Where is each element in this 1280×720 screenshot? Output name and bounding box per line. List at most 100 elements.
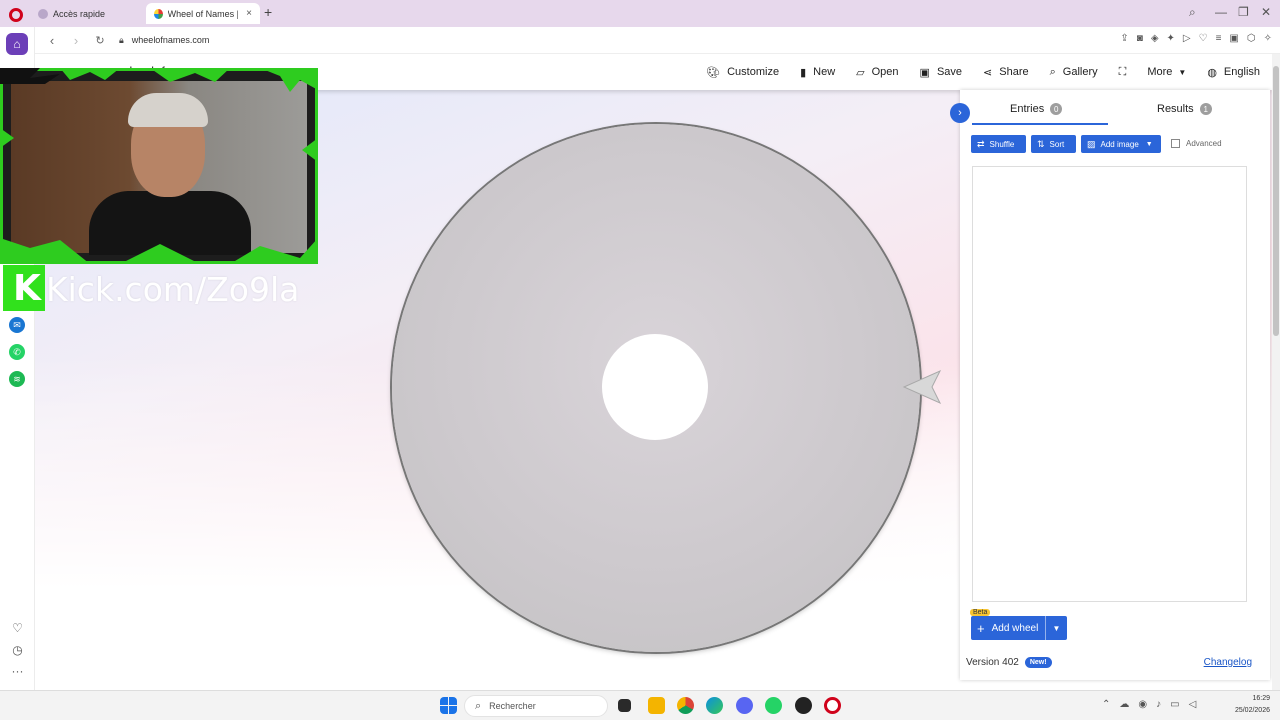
menu-label: New xyxy=(813,66,836,78)
ai-icon[interactable]: ✧ xyxy=(1264,33,1272,44)
maximize-icon[interactable]: ❐ xyxy=(1238,5,1249,19)
address-bar: ‹ › ↻ 🔒︎ wheelofnames.com ⇪ ◙ ◈ ✦ ▷ ♡ ≡ … xyxy=(35,27,1280,54)
add-image-button[interactable]: ▨ Add image ▼ xyxy=(1081,135,1161,153)
messenger-icon[interactable]: ✉ xyxy=(9,317,25,333)
share-page-icon[interactable]: ⇪ xyxy=(1120,33,1128,44)
discord-icon[interactable] xyxy=(736,697,753,714)
clock[interactable]: 16:29 25/02/2026 xyxy=(1235,693,1270,717)
caret-down-icon: ▼ xyxy=(1178,67,1187,77)
sort-icon: ⇅ xyxy=(1037,138,1045,149)
fullscreen-button[interactable]: ⛶ xyxy=(1119,66,1127,79)
display-icon[interactable]: ▭ xyxy=(1170,699,1179,710)
heart-icon[interactable]: ♡ xyxy=(1199,33,1208,44)
shuffle-button[interactable]: ⇄ Shuffle xyxy=(971,135,1026,153)
home-icon[interactable]: ⌂ xyxy=(6,33,28,55)
button-label: Add image xyxy=(1100,139,1139,149)
gallery-button[interactable]: ⌕ Gallery xyxy=(1050,66,1098,79)
lock-icon[interactable]: 🔒︎ xyxy=(119,35,124,46)
version-info: Version 402 New! xyxy=(966,657,1052,668)
scrollbar-thumb[interactable] xyxy=(1273,66,1279,336)
entries-textarea[interactable] xyxy=(972,166,1247,602)
save-button[interactable]: ▣ Save xyxy=(920,66,962,79)
image-icon: ▨ xyxy=(1087,138,1096,149)
cube-icon[interactable]: ⬡ xyxy=(1247,33,1256,44)
more-button[interactable]: More ▼ xyxy=(1147,66,1186,78)
sort-button[interactable]: ⇅ Sort xyxy=(1031,135,1076,153)
button-label: Shuffle xyxy=(989,139,1015,149)
chevron-up-icon[interactable]: ⌃ xyxy=(1102,699,1110,710)
task-view-icon[interactable] xyxy=(618,699,631,712)
tab-entries[interactable]: Entries 0 xyxy=(1010,103,1063,115)
tab-wheel-of-names[interactable]: Wheel of Names | Randon × xyxy=(146,3,260,24)
close-window-icon[interactable]: ✕ xyxy=(1261,5,1271,19)
beta-badge: Beta xyxy=(970,609,991,616)
add-wheel-button[interactable]: + Add wheel ▼ xyxy=(971,616,1067,640)
windows-start-icon[interactable] xyxy=(440,697,457,714)
spinning-wheel[interactable] xyxy=(392,124,920,652)
cloud-icon[interactable]: ☁ xyxy=(1119,699,1129,710)
green-frame-decoration xyxy=(0,68,318,264)
share-icon: ⋖ xyxy=(983,66,993,79)
language-button[interactable]: ◍ English xyxy=(1207,66,1260,79)
favorites-icon[interactable]: ♡ xyxy=(0,621,35,635)
customize-button[interactable]: 🎨︎ Customize xyxy=(706,66,779,79)
tab-results[interactable]: Results 1 xyxy=(1157,103,1212,115)
camera-icon[interactable]: ◙ xyxy=(1137,33,1143,44)
tab-label: Entries xyxy=(1010,103,1045,115)
new-button[interactable]: ▮ New xyxy=(800,66,835,79)
back-icon[interactable]: ‹ xyxy=(45,33,59,48)
play-icon[interactable]: ▷ xyxy=(1183,33,1191,44)
wallet-icon[interactable]: ▣ xyxy=(1229,33,1238,44)
open-button[interactable]: ▱ Open xyxy=(856,66,898,79)
history-icon[interactable]: ◷ xyxy=(0,643,35,657)
shield-icon[interactable]: ◈ xyxy=(1151,33,1159,44)
tab-label: Accès rapide xyxy=(53,8,106,19)
system-tray: ⌃ ☁ ◉ ♪ ▭ ◁ xyxy=(1102,699,1196,710)
list-icon[interactable]: ≡ xyxy=(1216,33,1222,44)
changelog-link[interactable]: Changelog xyxy=(1204,657,1252,668)
collapse-panel-button[interactable]: › xyxy=(950,103,970,123)
whatsapp-taskbar-icon[interactable] xyxy=(765,697,782,714)
folder-open-icon: ▱ xyxy=(856,66,865,79)
forward-icon[interactable]: › xyxy=(69,33,83,48)
new-tab-button[interactable]: + xyxy=(264,4,272,20)
opera-taskbar-icon[interactable] xyxy=(824,697,841,714)
clock-time: 16:29 xyxy=(1252,695,1270,702)
opera-logo-icon[interactable] xyxy=(9,8,23,22)
url-field[interactable]: wheelofnames.com xyxy=(132,35,210,45)
advanced-toggle[interactable]: Advanced xyxy=(1171,139,1222,148)
volume-icon[interactable]: ◁ xyxy=(1189,699,1197,710)
shuffle-icon: ⇄ xyxy=(977,138,985,149)
menu-label: Save xyxy=(936,66,963,78)
microphone-icon[interactable]: ♪ xyxy=(1156,699,1161,710)
share-button[interactable]: ⋖ Share xyxy=(983,66,1029,79)
tab-quick-access[interactable]: Accès rapide xyxy=(30,3,113,24)
plus-icon: + xyxy=(977,620,985,636)
add-wheel-dropdown-icon[interactable]: ▼ xyxy=(1045,616,1067,640)
new-badge: New! xyxy=(1024,657,1052,668)
taskbar-search-input[interactable]: ⌕ Rechercher xyxy=(464,695,608,717)
top-menu: 🎨︎ Customize ▮ New ▱ Open ▣ Save ⋖ Share… xyxy=(706,54,1272,90)
address-bar-tools: ⇪ ◙ ◈ ✦ ▷ ♡ ≡ ▣ ⬡ ✧ xyxy=(1120,33,1272,44)
file-explorer-icon[interactable] xyxy=(648,697,665,714)
menu-label: Gallery xyxy=(1062,66,1098,78)
edge-icon[interactable] xyxy=(706,697,723,714)
clock-date: 25/02/2026 xyxy=(1234,707,1270,714)
whatsapp-icon[interactable]: ✆ xyxy=(9,344,25,360)
menu-label: Customize xyxy=(727,66,780,78)
wheel-center[interactable] xyxy=(602,334,708,440)
reload-icon[interactable]: ↻ xyxy=(93,34,107,47)
floppy-icon: ▣ xyxy=(919,66,930,79)
network-icon[interactable]: ◉ xyxy=(1138,699,1147,710)
page-scrollbar[interactable] xyxy=(1272,54,1280,690)
more-options-icon[interactable]: ··· xyxy=(0,664,35,678)
extension-icon[interactable]: ✦ xyxy=(1167,33,1175,44)
search-tabs-icon[interactable]: ⌕ xyxy=(1189,5,1196,20)
close-tab-icon[interactable]: × xyxy=(246,8,252,19)
chrome-icon[interactable] xyxy=(677,697,694,714)
search-icon: ⌕ xyxy=(1049,65,1056,78)
advanced-checkbox[interactable] xyxy=(1171,139,1180,148)
spotify-icon[interactable]: ≋ xyxy=(9,371,25,387)
app-icon[interactable] xyxy=(795,697,812,714)
minimize-icon[interactable]: — xyxy=(1215,5,1227,19)
